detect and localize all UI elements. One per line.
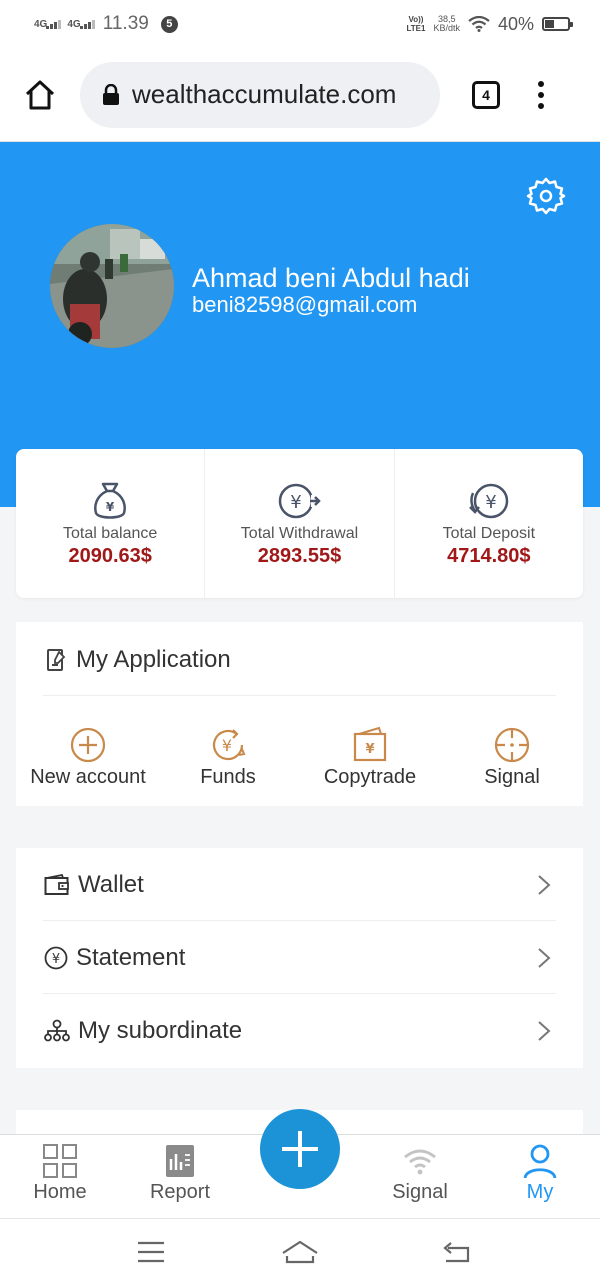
volte-indicator: Vo)) LTE1 (406, 15, 426, 33)
account-stats-card: ¥ Total balance 2090.63$ ¥ Total Withdra… (16, 449, 583, 598)
app-label: New account (30, 766, 146, 788)
app-label: Funds (200, 766, 256, 788)
network-indicator-2: 4G (67, 19, 95, 30)
chevron-right-icon (538, 875, 551, 895)
nav-report[interactable]: Report (120, 1143, 240, 1204)
nav-home[interactable]: Home (0, 1143, 120, 1204)
app-copytrade[interactable]: ¥ Copytrade (310, 726, 430, 789)
svg-text:¥: ¥ (485, 492, 496, 513)
stat-value: 2893.55$ (257, 545, 342, 567)
back-icon[interactable] (440, 1239, 472, 1265)
stat-total-balance[interactable]: ¥ Total balance 2090.63$ (16, 449, 206, 598)
stat-total-deposit[interactable]: ¥ Total Deposit 4714.80$ (395, 449, 583, 598)
home-icon (25, 80, 55, 109)
plus-icon (282, 1131, 318, 1167)
stat-label: Total Deposit (442, 525, 536, 542)
stat-total-withdrawal[interactable]: ¥ Total Withdrawal 2893.55$ (205, 449, 395, 598)
my-application-card: My Application New account ¥ Funds ¥ Cop… (16, 622, 583, 806)
user-email: beni82598@gmail.com (192, 292, 418, 317)
lock-icon (103, 83, 119, 105)
grid-icon (43, 1144, 77, 1178)
svg-text:¥: ¥ (222, 736, 232, 755)
nav-label: My (526, 1181, 554, 1203)
edit-document-icon (47, 649, 66, 671)
recent-apps-icon[interactable] (136, 1239, 166, 1265)
menu-item-wallet[interactable]: Wallet (16, 848, 583, 921)
report-icon (166, 1145, 194, 1177)
status-bar: 4G 4G 11.39 5 Vo)) LTE1 38,5 KB/dtk 40% (0, 0, 600, 48)
money-bag-icon: ¥ (94, 482, 127, 519)
my-application-title: My Application (76, 646, 231, 673)
app-label: Copytrade (323, 766, 417, 788)
browser-menu-button[interactable] (538, 80, 544, 109)
nav-signal[interactable]: Signal (360, 1143, 480, 1204)
menu-item-my-subordinate[interactable]: My subordinate (16, 994, 583, 1067)
menu-item-label: Statement (76, 943, 186, 971)
hierarchy-icon (44, 1019, 70, 1041)
crosshair-icon (494, 727, 530, 763)
divider (43, 695, 556, 696)
url-text: wealthaccumulate.com (132, 79, 397, 109)
browser-home-button[interactable] (0, 80, 80, 110)
menu-item-statement[interactable]: ¥ Statement (16, 921, 583, 994)
wallet-icon (44, 873, 69, 895)
clock: 11.39 (102, 13, 149, 34)
nav-label: Report (149, 1181, 211, 1203)
add-button[interactable] (260, 1109, 340, 1189)
nav-my[interactable]: My (480, 1143, 600, 1204)
stat-label: Total Withdrawal (240, 525, 359, 542)
person-icon (523, 1144, 557, 1179)
plus-circle-icon (70, 727, 106, 763)
user-name: Ahmad beni Abdul hadi (192, 263, 470, 293)
battery-percent: 40% (497, 13, 534, 34)
tab-switcher-button[interactable]: 4 (472, 80, 500, 109)
stat-value: 4714.80$ (447, 545, 531, 567)
nav-label: Home (33, 1181, 87, 1203)
address-bar[interactable]: wealthaccumulate.com (80, 61, 440, 128)
svg-text:¥: ¥ (291, 492, 302, 513)
svg-text:¥: ¥ (106, 500, 115, 514)
my-application-header: My Application (46, 646, 231, 674)
network-indicator-1: 4G (34, 19, 62, 30)
menu-item-label: My subordinate (78, 1016, 243, 1044)
svg-text:¥: ¥ (52, 952, 60, 967)
chevron-right-icon (538, 948, 551, 968)
deposit-icon: ¥ (468, 483, 509, 519)
funds-icon: ¥ (212, 729, 246, 761)
app-funds[interactable]: ¥ Funds (176, 726, 280, 789)
chevron-right-icon (538, 1021, 551, 1041)
menu-item-label: Wallet (78, 870, 144, 898)
system-home-icon[interactable] (280, 1239, 320, 1265)
app-signal[interactable]: Signal (462, 726, 562, 789)
copytrade-icon: ¥ (353, 726, 387, 762)
settings-gear-icon[interactable] (526, 176, 566, 216)
wifi-status-icon (468, 16, 490, 32)
yen-circle-icon: ¥ (44, 946, 68, 969)
page: 4G 4G 11.39 5 Vo)) LTE1 38,5 KB/dtk 40% we… (0, 0, 600, 1287)
browser-toolbar: wealthaccumulate.com 4 (0, 48, 600, 142)
system-navigation-bar (0, 1218, 600, 1287)
wifi-icon (404, 1149, 436, 1175)
battery-icon (542, 17, 573, 31)
network-speed: 38,5 KB/dtk (433, 14, 460, 33)
stat-label: Total balance (63, 525, 158, 542)
svg-text:¥: ¥ (365, 742, 374, 757)
nav-label: Signal (392, 1181, 448, 1203)
stat-value: 2090.63$ (68, 545, 152, 567)
avatar[interactable] (50, 224, 174, 348)
app-new-account[interactable]: New account (24, 726, 152, 789)
app-label: Signal (484, 766, 540, 788)
notification-count-badge: 5 (160, 15, 178, 33)
menu-list: Wallet ¥ Statement My subordinate (16, 848, 583, 1068)
withdraw-icon: ¥ (279, 483, 322, 519)
